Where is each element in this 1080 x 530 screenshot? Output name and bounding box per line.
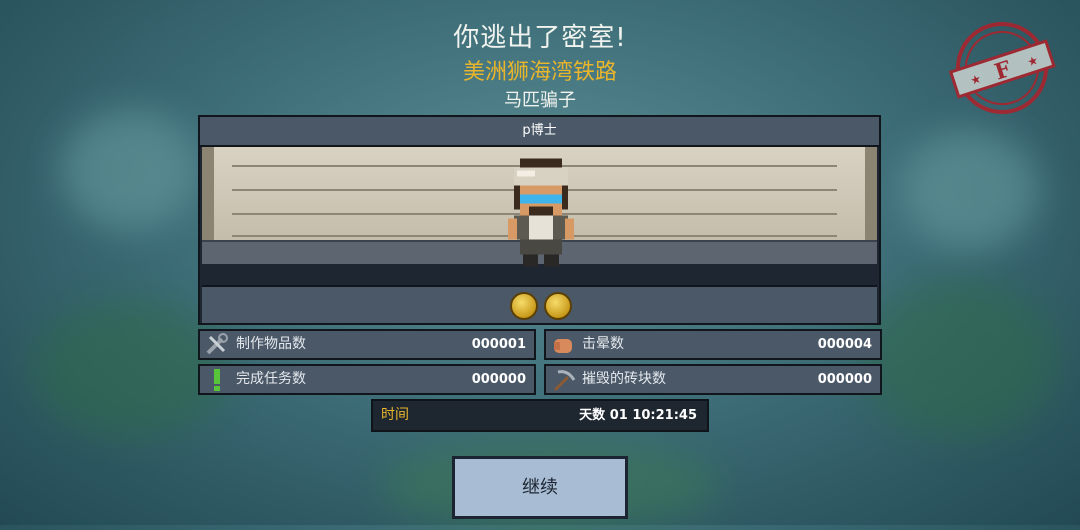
fist-medal-icon xyxy=(544,292,572,320)
exclamation-icon xyxy=(214,369,220,391)
character-sprite xyxy=(508,158,574,267)
character-panel: p博士 xyxy=(198,115,881,325)
mugshot-scene xyxy=(202,147,877,267)
medal-bar xyxy=(202,285,877,323)
grade-stamp: F ★ ★ xyxy=(948,22,1056,114)
character-name: p博士 xyxy=(200,117,879,147)
pickaxe-icon xyxy=(553,370,576,392)
escape-message: 你逃出了密室! xyxy=(453,23,627,53)
stat-knockouts-label: 击晕数 xyxy=(582,336,624,352)
stat-crafted: 制作物品数 000001 xyxy=(198,329,536,360)
stat-crafted-value: 000001 xyxy=(471,337,526,352)
stat-quests: 完成任务数 000000 xyxy=(198,364,536,395)
player-title: 马匹骗子 xyxy=(504,90,576,111)
tools-icon xyxy=(206,333,228,355)
stat-quests-label: 完成任务数 xyxy=(236,371,306,387)
stat-quests-value: 000000 xyxy=(471,372,526,387)
time-box: 时间 天数 01 10:21:45 xyxy=(371,399,709,432)
medal-icon xyxy=(510,292,538,320)
fist-icon xyxy=(554,339,572,353)
continue-button[interactable]: 继续 xyxy=(452,456,628,519)
stat-knockouts-value: 000004 xyxy=(817,337,872,352)
prison-name: 美洲狮海湾铁路 xyxy=(462,60,617,85)
stat-bricks-value: 000000 xyxy=(817,372,872,387)
time-label: 时间 xyxy=(381,407,409,423)
stat-bricks: 摧毁的砖块数 000000 xyxy=(544,364,882,395)
stat-bricks-label: 摧毁的砖块数 xyxy=(582,371,666,387)
stat-knockouts: 击晕数 000004 xyxy=(544,329,882,360)
stat-crafted-label: 制作物品数 xyxy=(236,336,306,352)
time-value: 天数 01 10:21:45 xyxy=(579,408,697,423)
